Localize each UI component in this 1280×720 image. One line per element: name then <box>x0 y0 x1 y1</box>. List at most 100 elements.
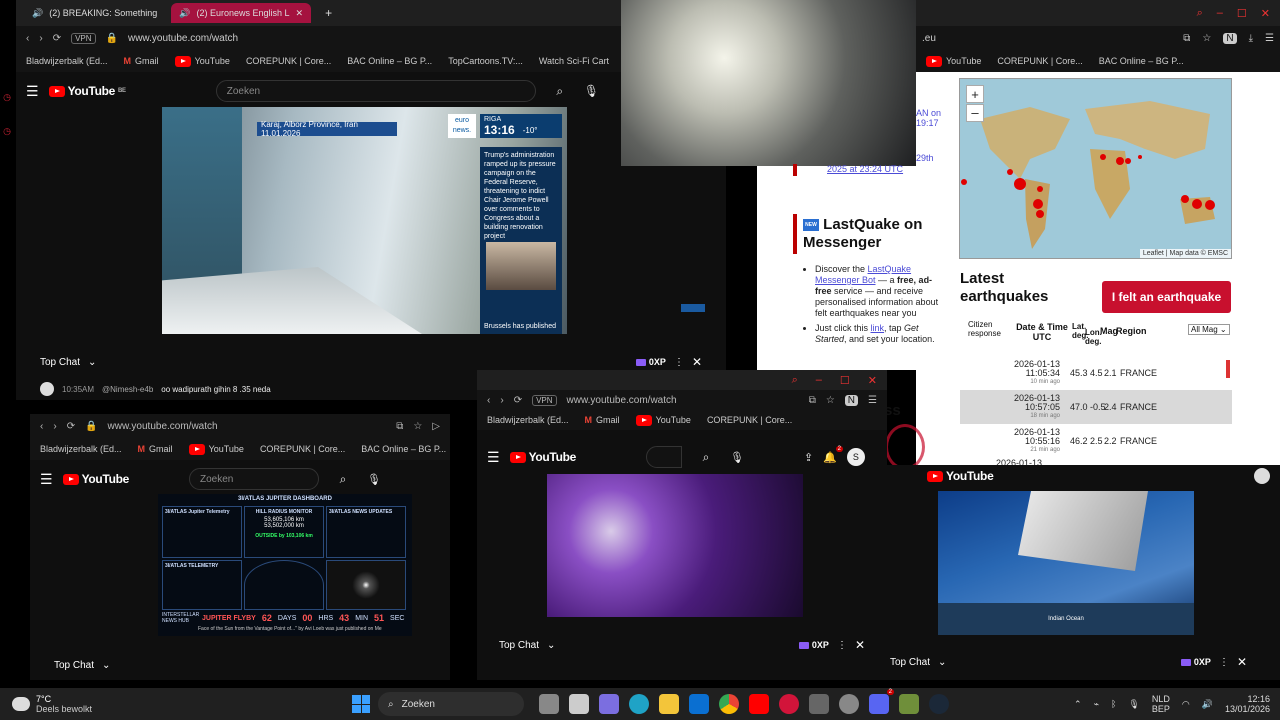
share-icon[interactable]: ⇪ <box>804 451 813 464</box>
bookmark-youtube[interactable]: YouTube <box>635 414 691 426</box>
scrollbar[interactable] <box>1226 360 1230 378</box>
bookmark-topcartoons[interactable]: TopCartoons.TV:... <box>448 56 523 66</box>
chevron-up-icon[interactable]: ⌃ <box>1074 699 1082 710</box>
bookmark-corepunk[interactable]: COREPUNK | Core... <box>997 56 1082 66</box>
vpn-badge[interactable]: VPN <box>71 32 96 44</box>
table-row[interactable]: 2026-01-13 10:57:05 18 min ago 47.0 -0.5 2.4… <box>960 390 1232 424</box>
back-icon[interactable]: ‹ <box>487 395 490 406</box>
outlook-icon[interactable] <box>689 694 709 714</box>
bookmark-item[interactable]: Bladwijzerbalk (Ed... <box>40 444 122 454</box>
extension-icon[interactable]: ⧉ <box>809 395 816 406</box>
menu-icon[interactable]: ☰ <box>26 83 39 100</box>
bookmark-item[interactable]: Bladwijzerbalk (Ed... <box>26 56 108 66</box>
store-icon[interactable] <box>569 694 589 714</box>
chrome-icon[interactable] <box>719 694 739 714</box>
bookmark-gmail[interactable]: M Gmail <box>124 56 159 66</box>
star-icon[interactable]: ☆ <box>413 421 422 432</box>
clock-icon[interactable]: ◷ <box>0 80 14 114</box>
avatar[interactable] <box>1254 468 1270 484</box>
minimize-icon[interactable]: – <box>1217 7 1223 19</box>
bookmark-corepunk[interactable]: COREPUNK | Core... <box>246 56 331 66</box>
link[interactable]: link <box>871 323 885 333</box>
zoom-in-button[interactable]: + <box>966 85 984 103</box>
bookmark-youtube[interactable]: YouTube <box>926 55 981 67</box>
extension-icon[interactable]: ⧉ <box>1183 33 1190 44</box>
settings-icon[interactable] <box>839 694 859 714</box>
table-row[interactable]: 2026-01-13 11:05:34 10 min ago 45.3 4.5 2.1 F… <box>960 356 1232 390</box>
maximize-icon[interactable]: ☐ <box>1237 7 1247 20</box>
star-icon[interactable]: ☆ <box>1202 33 1211 44</box>
date-links[interactable]: AN on 19:17 <box>916 108 941 128</box>
bookmark-scifi[interactable]: Watch Sci-Fi Cart <box>539 56 609 66</box>
task-view-icon[interactable] <box>539 694 559 714</box>
bookmark-gmail[interactable]: M Gmail <box>138 444 173 454</box>
zoom-out-button[interactable]: – <box>966 104 984 122</box>
top-chat-dropdown[interactable]: Top Chat ⌄ <box>54 660 110 671</box>
xp-badge[interactable]: 0XP <box>798 640 829 650</box>
calculator-icon[interactable] <box>809 694 829 714</box>
search-icon[interactable]: ⌕ <box>546 80 574 102</box>
vpn-badge[interactable]: VPN <box>532 394 557 406</box>
more-icon[interactable]: ⋮ <box>1219 657 1229 668</box>
iss-video[interactable]: Indian Ocean <box>938 491 1194 635</box>
bookmark-bac[interactable]: BAC Online – BG P... <box>361 444 446 454</box>
xp-badge[interactable]: 0XP <box>635 357 666 367</box>
folder-icon[interactable] <box>659 694 679 714</box>
bookmark-bac[interactable]: BAC Online – BG P... <box>1099 56 1184 66</box>
profile-icon[interactable]: N <box>1223 32 1237 44</box>
reload-icon[interactable]: ⟳ <box>53 33 61 44</box>
bluetooth-icon[interactable]: ᛒ <box>1111 699 1116 709</box>
back-icon[interactable]: ‹ <box>26 33 29 44</box>
volume-icon[interactable]: 🔊 <box>1202 699 1213 710</box>
menu-icon[interactable]: ☰ <box>487 449 500 466</box>
search-icon[interactable]: ⌕ <box>792 374 798 387</box>
forward-icon[interactable]: › <box>500 395 503 406</box>
top-chat-dropdown[interactable]: Top Chat ⌄ <box>40 357 96 368</box>
youtube-logo[interactable]: YouTube <box>927 469 994 483</box>
mic-icon[interactable]: 🎙 <box>584 84 599 98</box>
mag-filter-select[interactable]: All Mag ⌄ <box>1188 324 1230 335</box>
concert-video[interactable] <box>547 474 803 617</box>
search-icon[interactable]: ⌕ <box>692 446 720 468</box>
close-icon[interactable]: ✕ <box>868 374 877 387</box>
forward-icon[interactable]: › <box>53 421 56 432</box>
xp-badge[interactable]: 0XP <box>1180 657 1211 667</box>
close-icon[interactable]: ✕ <box>1237 655 1247 669</box>
close-icon[interactable]: ✕ <box>855 638 865 652</box>
download-icon[interactable]: ⤓ <box>1249 33 1253 44</box>
maximize-icon[interactable]: ☐ <box>840 374 850 387</box>
search-icon[interactable]: ⌕ <box>1197 7 1203 20</box>
bookmark-gmail[interactable]: M Gmail <box>585 415 620 425</box>
search-input[interactable]: Zoeken <box>189 468 320 490</box>
youtube-logo[interactable]: YouTube BE <box>48 84 126 98</box>
url-text[interactable]: www.youtube.com/watch <box>567 395 677 406</box>
play-icon[interactable]: ▷ <box>432 421 440 432</box>
bell-icon[interactable]: 🔔 2 <box>823 445 843 464</box>
bookmark-bac[interactable]: BAC Online – BG P... <box>347 56 432 66</box>
top-chat-dropdown[interactable]: Top Chat ⌄ <box>499 640 555 651</box>
discord-icon[interactable]: 2 <box>869 689 894 714</box>
new-tab-button[interactable]: + <box>317 3 340 23</box>
avatar[interactable]: S <box>846 448 865 466</box>
more-icon[interactable]: ⋮ <box>837 640 847 651</box>
edge-icon[interactable] <box>629 694 649 714</box>
bookmark-corepunk[interactable]: COREPUNK | Core... <box>260 444 345 454</box>
language-indicator[interactable]: NLD BEP <box>1152 694 1170 714</box>
opera-icon[interactable] <box>779 694 799 714</box>
clock[interactable]: 12:16 13/01/2026 <box>1225 694 1270 714</box>
profile-icon[interactable]: N <box>844 394 859 406</box>
bookmark-item[interactable]: Bladwijzerbalk (Ed... <box>487 415 569 425</box>
close-icon[interactable]: ✕ <box>296 8 304 19</box>
back-icon[interactable]: ‹ <box>40 421 43 432</box>
start-button[interactable] <box>352 695 370 713</box>
weather-widget[interactable]: 7°C Deels bewolkt <box>12 694 192 714</box>
earthquake-map[interactable]: + – Leaflet | Map data © EMSC <box>959 78 1232 259</box>
close-icon[interactable]: ✕ <box>1261 7 1270 20</box>
search-input[interactable] <box>646 446 683 468</box>
steam-icon[interactable] <box>929 694 949 714</box>
menu-icon[interactable]: ☰ <box>40 471 53 488</box>
mic-icon[interactable]: 🎙 <box>730 451 744 464</box>
star-icon[interactable]: ☆ <box>826 395 835 406</box>
menu-icon[interactable]: ☰ <box>868 395 877 406</box>
search-input[interactable]: Zoeken <box>215 80 536 102</box>
